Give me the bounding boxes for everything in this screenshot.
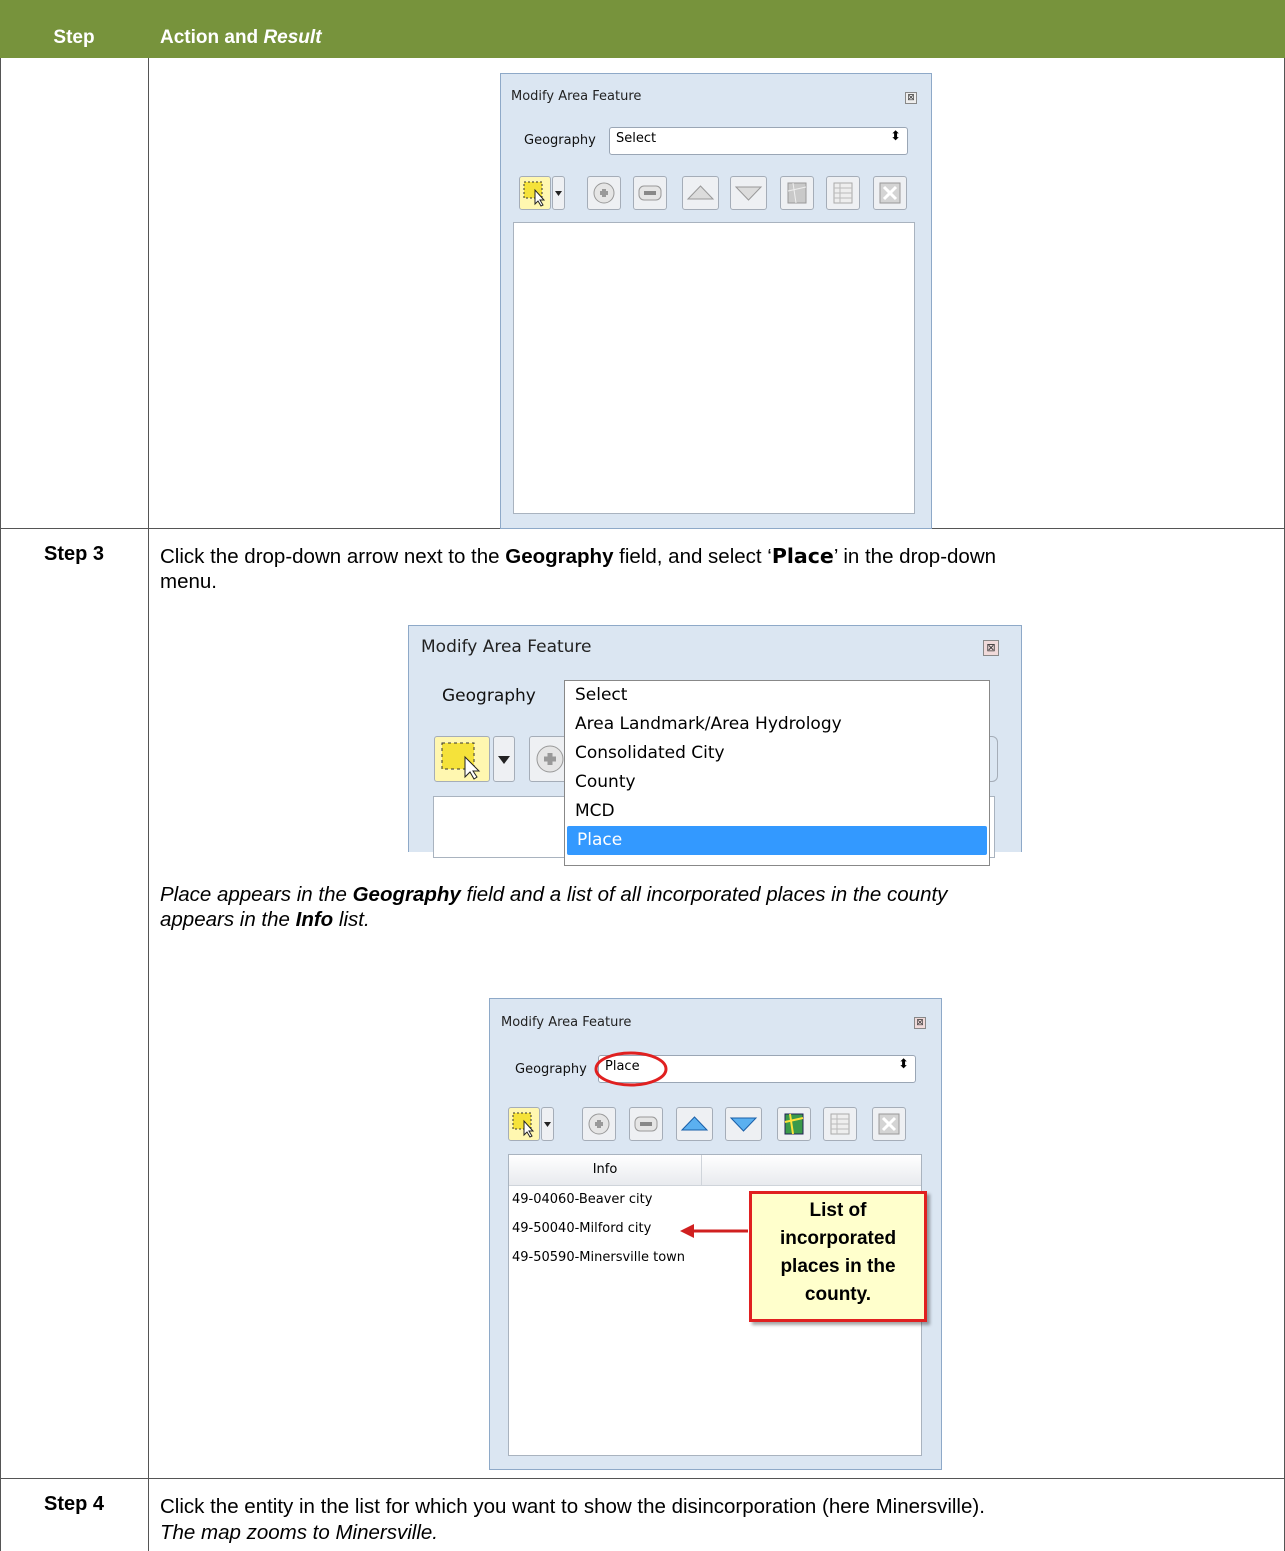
remove-button[interactable] — [629, 1107, 663, 1141]
geography-option[interactable]: Place — [567, 826, 987, 855]
geography-option[interactable]: County — [565, 768, 989, 797]
geography-option[interactable]: MCD — [565, 797, 989, 826]
info-list[interactable] — [513, 222, 915, 514]
chevron-down-icon — [544, 1122, 551, 1127]
dialog-title: Modify Area Feature — [501, 1015, 632, 1030]
table-header: Step Action and Result — [0, 0, 1285, 58]
modify-area-feature-dialog-3: Modify Area Feature ⊠ Geography Place ⬍ — [489, 998, 942, 1470]
move-up-button[interactable] — [682, 176, 719, 210]
table-border-left — [0, 58, 1, 1551]
step-3-result: Place appears in the Geography field and… — [160, 883, 948, 931]
minus-icon — [634, 1116, 658, 1132]
select-rectangle-icon — [523, 181, 546, 207]
callout-text-line: incorporated — [779, 1228, 897, 1249]
info-list-header: Info — [509, 1155, 921, 1186]
chevron-down-icon — [498, 756, 510, 764]
dialog-title: Modify Area Feature — [421, 637, 592, 657]
geography-value: Select — [616, 131, 657, 146]
geography-label: Geography — [524, 133, 596, 148]
select-tool-dropdown[interactable] — [541, 1107, 554, 1141]
geography-option[interactable]: Area Landmark/Area Hydrology — [565, 710, 989, 739]
geography-option[interactable]: Consolidated City — [565, 739, 989, 768]
geography-label: Geography — [442, 686, 536, 706]
callout-text-line: List of — [809, 1200, 867, 1221]
triangle-up-icon — [686, 185, 715, 200]
triangle-down-icon — [729, 1117, 758, 1132]
header-step: Step — [53, 27, 95, 48]
step-4-result: The map zooms to Minersville. — [160, 1521, 438, 1544]
table-icon — [833, 182, 853, 204]
geography-label: Geography — [515, 1062, 587, 1077]
step-4-instruction: Click the entity in the list for which y… — [160, 1495, 985, 1518]
add-button[interactable] — [587, 176, 621, 210]
attribute-table-button[interactable] — [823, 1107, 857, 1141]
callout-text-line: places in the — [780, 1256, 896, 1277]
callout-arrow — [680, 1224, 748, 1238]
chevron-down-icon — [555, 191, 562, 196]
geography-option[interactable]: Select — [565, 681, 989, 710]
geography-select[interactable]: Select ⬍ — [609, 127, 908, 155]
move-down-button[interactable] — [730, 176, 767, 210]
clear-button[interactable] — [873, 176, 907, 210]
close-icon[interactable]: ⊠ — [983, 640, 999, 656]
move-up-button[interactable] — [676, 1107, 713, 1141]
modify-area-feature-dialog-1: Modify Area Feature ⊠ Geography Select ⬍ — [500, 73, 932, 529]
move-down-button[interactable] — [725, 1107, 762, 1141]
combo-arrow-icon: ⬍ — [890, 129, 901, 144]
select-tool-button[interactable] — [434, 736, 490, 782]
callout-text-line: county. — [804, 1284, 872, 1305]
triangle-down-icon — [734, 186, 763, 201]
geography-dropdown-menu: Select Area Landmark/Area Hydrology Consol… — [564, 680, 990, 866]
select-tool-button[interactable] — [508, 1107, 540, 1141]
minus-icon — [638, 185, 662, 201]
column-divider — [148, 58, 149, 1551]
select-tool-button[interactable] — [519, 176, 551, 210]
select-tool-dropdown[interactable] — [493, 736, 515, 782]
triangle-up-icon — [680, 1116, 709, 1131]
select-tool-dropdown[interactable] — [552, 176, 565, 210]
add-button[interactable] — [582, 1107, 616, 1141]
plus-icon — [588, 1113, 610, 1135]
plus-icon — [593, 182, 615, 204]
procedure-table: Step Action and Result Modify Area Featu… — [0, 0, 1285, 1551]
dialog-title: Modify Area Feature — [511, 89, 642, 104]
clear-button[interactable] — [872, 1107, 906, 1141]
step-4-label: Step 4 — [43, 1493, 105, 1515]
attribute-table-button[interactable] — [826, 176, 860, 210]
remove-button[interactable] — [633, 176, 667, 210]
zoom-map-button[interactable] — [780, 176, 814, 210]
select-rectangle-icon — [441, 742, 481, 780]
red-highlight-ellipse — [594, 1051, 668, 1087]
header-action-result: Action and Result — [160, 27, 322, 48]
zoom-map-button[interactable] — [777, 1107, 811, 1141]
close-icon[interactable]: ⊠ — [905, 92, 917, 104]
combo-arrow-icon: ⬍ — [898, 1057, 909, 1072]
table-icon — [830, 1113, 850, 1135]
map-icon — [787, 182, 807, 204]
info-column-header[interactable]: Info — [509, 1155, 702, 1185]
close-icon — [878, 1113, 900, 1135]
step-3-instruction: Click the drop-down arrow next to the Ge… — [160, 544, 997, 593]
select-rectangle-icon — [512, 1112, 535, 1138]
modify-area-feature-dialog-2: Modify Area Feature ⊠ Geography Select Ar… — [408, 625, 1022, 866]
row-divider-2 — [0, 1478, 1285, 1479]
callout-box: List of incorporated places in the county. — [749, 1191, 927, 1322]
close-icon[interactable]: ⊠ — [914, 1017, 926, 1029]
map-icon — [784, 1113, 804, 1135]
close-icon — [879, 182, 901, 204]
step-3-label: Step 3 — [43, 543, 105, 565]
